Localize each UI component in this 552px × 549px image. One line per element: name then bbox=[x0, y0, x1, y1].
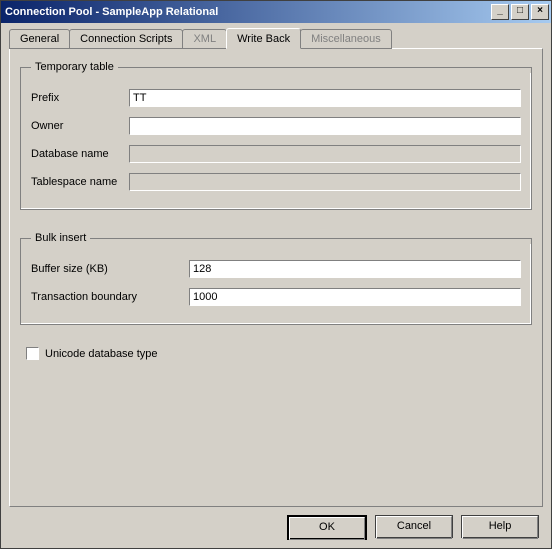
input-prefix[interactable] bbox=[129, 89, 521, 107]
row-prefix: Prefix bbox=[31, 89, 521, 107]
group-bulk-insert: Bulk insert Buffer size (KB) Transaction… bbox=[20, 232, 532, 325]
minimize-button[interactable]: _ bbox=[491, 4, 509, 20]
dialog-button-bar: OK Cancel Help bbox=[9, 507, 543, 540]
label-unicode-database-type: Unicode database type bbox=[45, 348, 158, 360]
input-buffer-size[interactable] bbox=[189, 260, 521, 278]
group-temporary-table: Temporary table Prefix Owner Database na… bbox=[20, 61, 532, 210]
group-temporary-table-legend: Temporary table bbox=[31, 61, 118, 73]
help-button[interactable]: Help bbox=[461, 515, 539, 538]
row-database-name: Database name bbox=[31, 145, 521, 163]
titlebar-button-group: _ □ × bbox=[491, 4, 549, 20]
row-transaction-boundary: Transaction boundary bbox=[31, 288, 521, 306]
label-tablespace-name: Tablespace name bbox=[31, 176, 129, 188]
close-button[interactable]: × bbox=[531, 4, 549, 20]
tab-general[interactable]: General bbox=[9, 29, 70, 49]
group-bulk-insert-legend: Bulk insert bbox=[31, 232, 90, 244]
window-title: Connection Pool - SampleApp Relational bbox=[5, 6, 491, 18]
tab-connection-scripts[interactable]: Connection Scripts bbox=[69, 29, 183, 49]
label-owner: Owner bbox=[31, 120, 129, 132]
tab-panel-write-back: Temporary table Prefix Owner Database na… bbox=[9, 48, 543, 507]
tab-xml: XML bbox=[182, 29, 227, 49]
label-prefix: Prefix bbox=[31, 92, 129, 104]
row-tablespace-name: Tablespace name bbox=[31, 173, 521, 191]
input-tablespace-name bbox=[129, 173, 521, 191]
label-transaction-boundary: Transaction boundary bbox=[31, 291, 189, 303]
tab-strip: General Connection Scripts XML Write Bac… bbox=[9, 29, 543, 49]
input-owner[interactable] bbox=[129, 117, 521, 135]
maximize-button[interactable]: □ bbox=[511, 4, 529, 20]
row-buffer-size: Buffer size (KB) bbox=[31, 260, 521, 278]
input-database-name bbox=[129, 145, 521, 163]
tab-write-back[interactable]: Write Back bbox=[226, 28, 301, 49]
ok-button[interactable]: OK bbox=[287, 515, 367, 540]
title-bar: Connection Pool - SampleApp Relational _… bbox=[1, 1, 551, 23]
client-area: General Connection Scripts XML Write Bac… bbox=[1, 23, 551, 548]
checkbox-icon[interactable] bbox=[26, 347, 39, 360]
cancel-button[interactable]: Cancel bbox=[375, 515, 453, 538]
input-transaction-boundary[interactable] bbox=[189, 288, 521, 306]
row-owner: Owner bbox=[31, 117, 521, 135]
label-database-name: Database name bbox=[31, 148, 129, 160]
unicode-database-type[interactable]: Unicode database type bbox=[26, 347, 532, 360]
tab-miscellaneous: Miscellaneous bbox=[300, 29, 392, 49]
dialog-window: Connection Pool - SampleApp Relational _… bbox=[0, 0, 552, 549]
label-buffer-size: Buffer size (KB) bbox=[31, 263, 189, 275]
